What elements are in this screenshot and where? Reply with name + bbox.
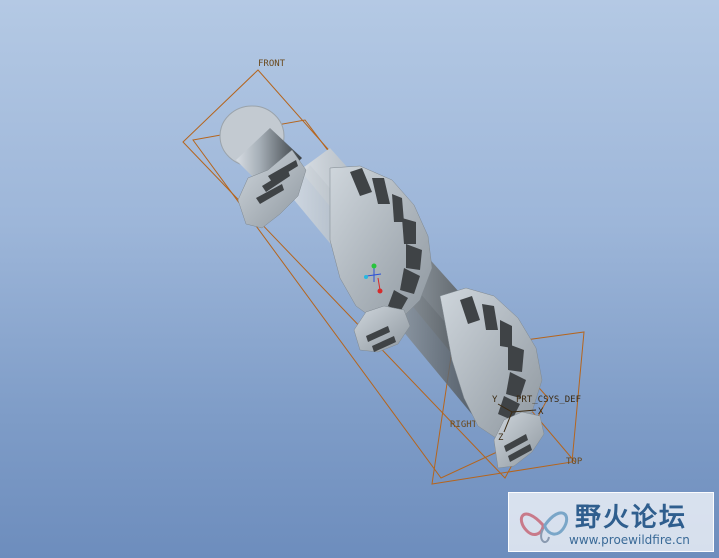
watermark-url: www.proewildfire.cn — [569, 533, 690, 547]
csys-axis-y: Y — [492, 395, 498, 405]
model-viewport[interactable]: FRONT RIGHT TOP PRT_CSYS_DEF X Y Z — [0, 0, 719, 558]
csys-axis-z: Z — [498, 433, 504, 443]
butterfly-logo-icon — [519, 511, 569, 544]
gear-shaft-model[interactable] — [219, 105, 545, 469]
csys-axis-x: X — [538, 407, 544, 417]
watermark-title: 野火论坛 — [575, 503, 688, 533]
forum-watermark: 野火论坛 www.proewildfire.cn — [508, 492, 714, 552]
datum-label-top: TOP — [566, 457, 583, 467]
datum-label-front: FRONT — [258, 59, 286, 69]
datum-label-right: RIGHT — [450, 420, 478, 430]
csys-label: PRT_CSYS_DEF — [516, 395, 581, 405]
